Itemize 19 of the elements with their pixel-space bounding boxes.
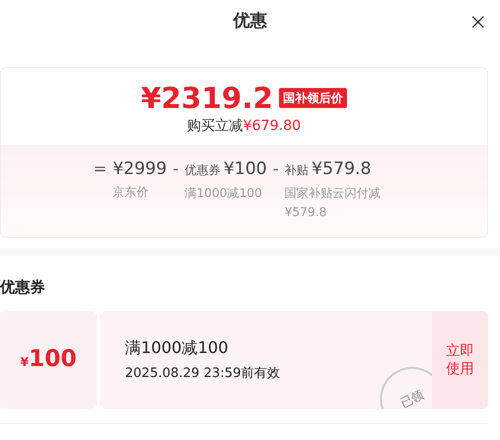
operator: - xyxy=(272,158,279,180)
item-note: 满1000减100 xyxy=(184,185,264,202)
dialog-title: 优惠 xyxy=(233,10,267,34)
item-note: 京东价 xyxy=(112,184,150,201)
operator: - xyxy=(172,158,179,180)
subsidy-badge: 国补领后价 xyxy=(279,88,348,108)
item-label: 补贴 xyxy=(284,162,309,179)
operator: = xyxy=(93,158,107,180)
coupon-value: ¥100 xyxy=(20,345,77,374)
item-amount: ¥579.8 xyxy=(312,158,372,181)
item-amount: ¥100 xyxy=(224,158,267,181)
item-label: 优惠券 xyxy=(184,162,221,179)
item-amount: ¥2999 xyxy=(112,158,167,181)
coupon-validity: 2025.08.29 23:59前有效 xyxy=(125,364,282,383)
item-note: 国家补贴云闪付减¥579.8 xyxy=(284,185,382,221)
use-now-button[interactable]: 立即使用 xyxy=(432,310,488,408)
coupon-condition: 满1000减100 xyxy=(125,336,230,359)
final-price: ¥2319.2 xyxy=(140,82,274,114)
saving-text: 购买立减¥679.80 xyxy=(187,117,301,136)
